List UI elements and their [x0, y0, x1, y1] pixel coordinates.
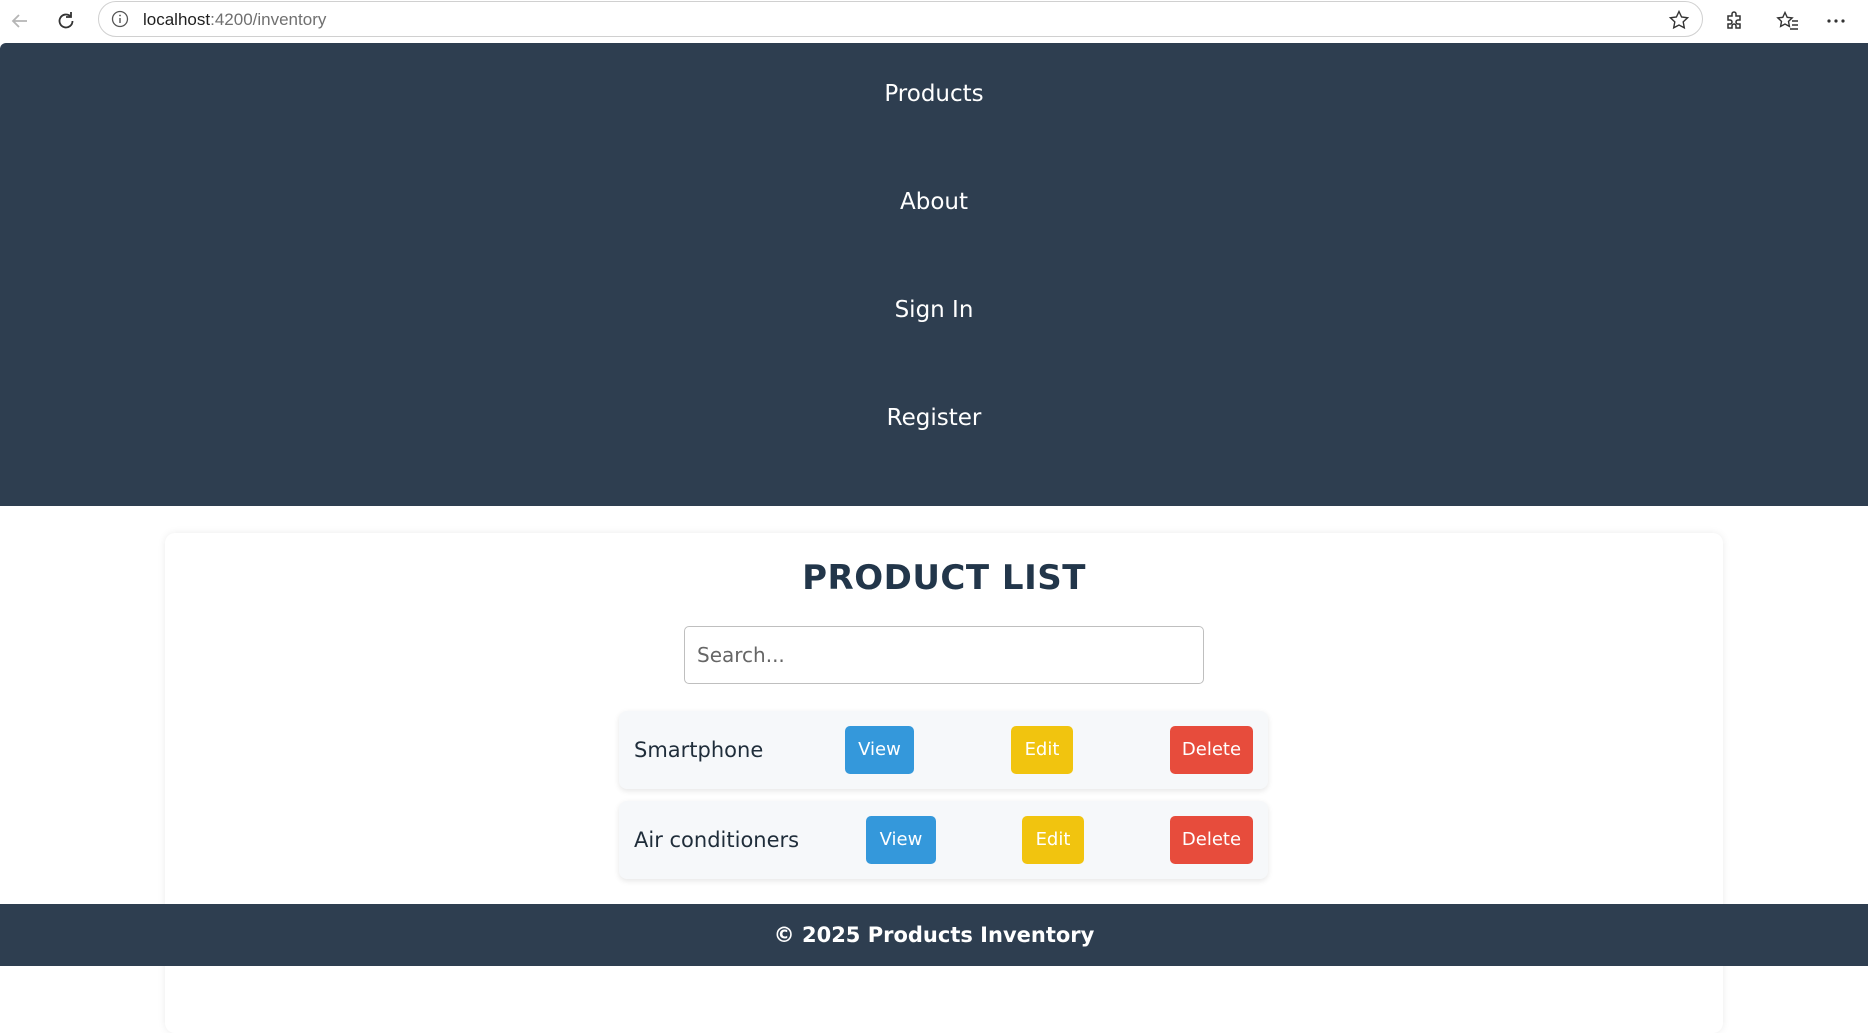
edit-button[interactable]: Edit: [1022, 816, 1084, 864]
product-name: Air conditioners: [634, 828, 800, 852]
view-button[interactable]: View: [866, 816, 936, 864]
nav-register-link[interactable]: Register: [0, 405, 1868, 431]
product-name: Smartphone: [634, 738, 764, 762]
url-path: :4200/inventory: [210, 10, 327, 29]
view-button[interactable]: View: [845, 726, 914, 774]
reload-icon[interactable]: [50, 5, 82, 37]
nav-products-link[interactable]: Products: [0, 81, 1868, 107]
more-icon[interactable]: [1820, 5, 1852, 37]
favorites-icon[interactable]: [1772, 5, 1804, 37]
delete-button[interactable]: Delete: [1170, 816, 1253, 864]
edit-button[interactable]: Edit: [1011, 726, 1073, 774]
footer-copyright: © 2025 Products Inventory: [773, 923, 1095, 947]
address-bar[interactable]: localhost:4200/inventory: [98, 1, 1703, 37]
main-nav: Products About Sign In Register: [0, 43, 1868, 506]
browser-toolbar: localhost:4200/inventory: [0, 0, 1868, 42]
back-arrow-icon[interactable]: [4, 5, 36, 37]
product-row: Smartphone View Edit Delete: [619, 711, 1268, 789]
url-host: localhost: [143, 10, 211, 29]
delete-button[interactable]: Delete: [1170, 726, 1253, 774]
search-input[interactable]: [684, 626, 1204, 684]
nav-about-link[interactable]: About: [0, 189, 1868, 215]
product-row: Air conditioners View Edit Delete: [619, 801, 1268, 879]
nav-sign-in-link[interactable]: Sign In: [0, 297, 1868, 323]
url-text[interactable]: localhost:4200/inventory: [143, 10, 326, 30]
puzzle-icon[interactable]: [1719, 5, 1751, 37]
footer: © 2025 Products Inventory: [0, 904, 1868, 966]
star-icon[interactable]: [1668, 9, 1690, 36]
page-title: PRODUCT LIST: [802, 558, 1086, 598]
info-icon[interactable]: [111, 10, 129, 33]
